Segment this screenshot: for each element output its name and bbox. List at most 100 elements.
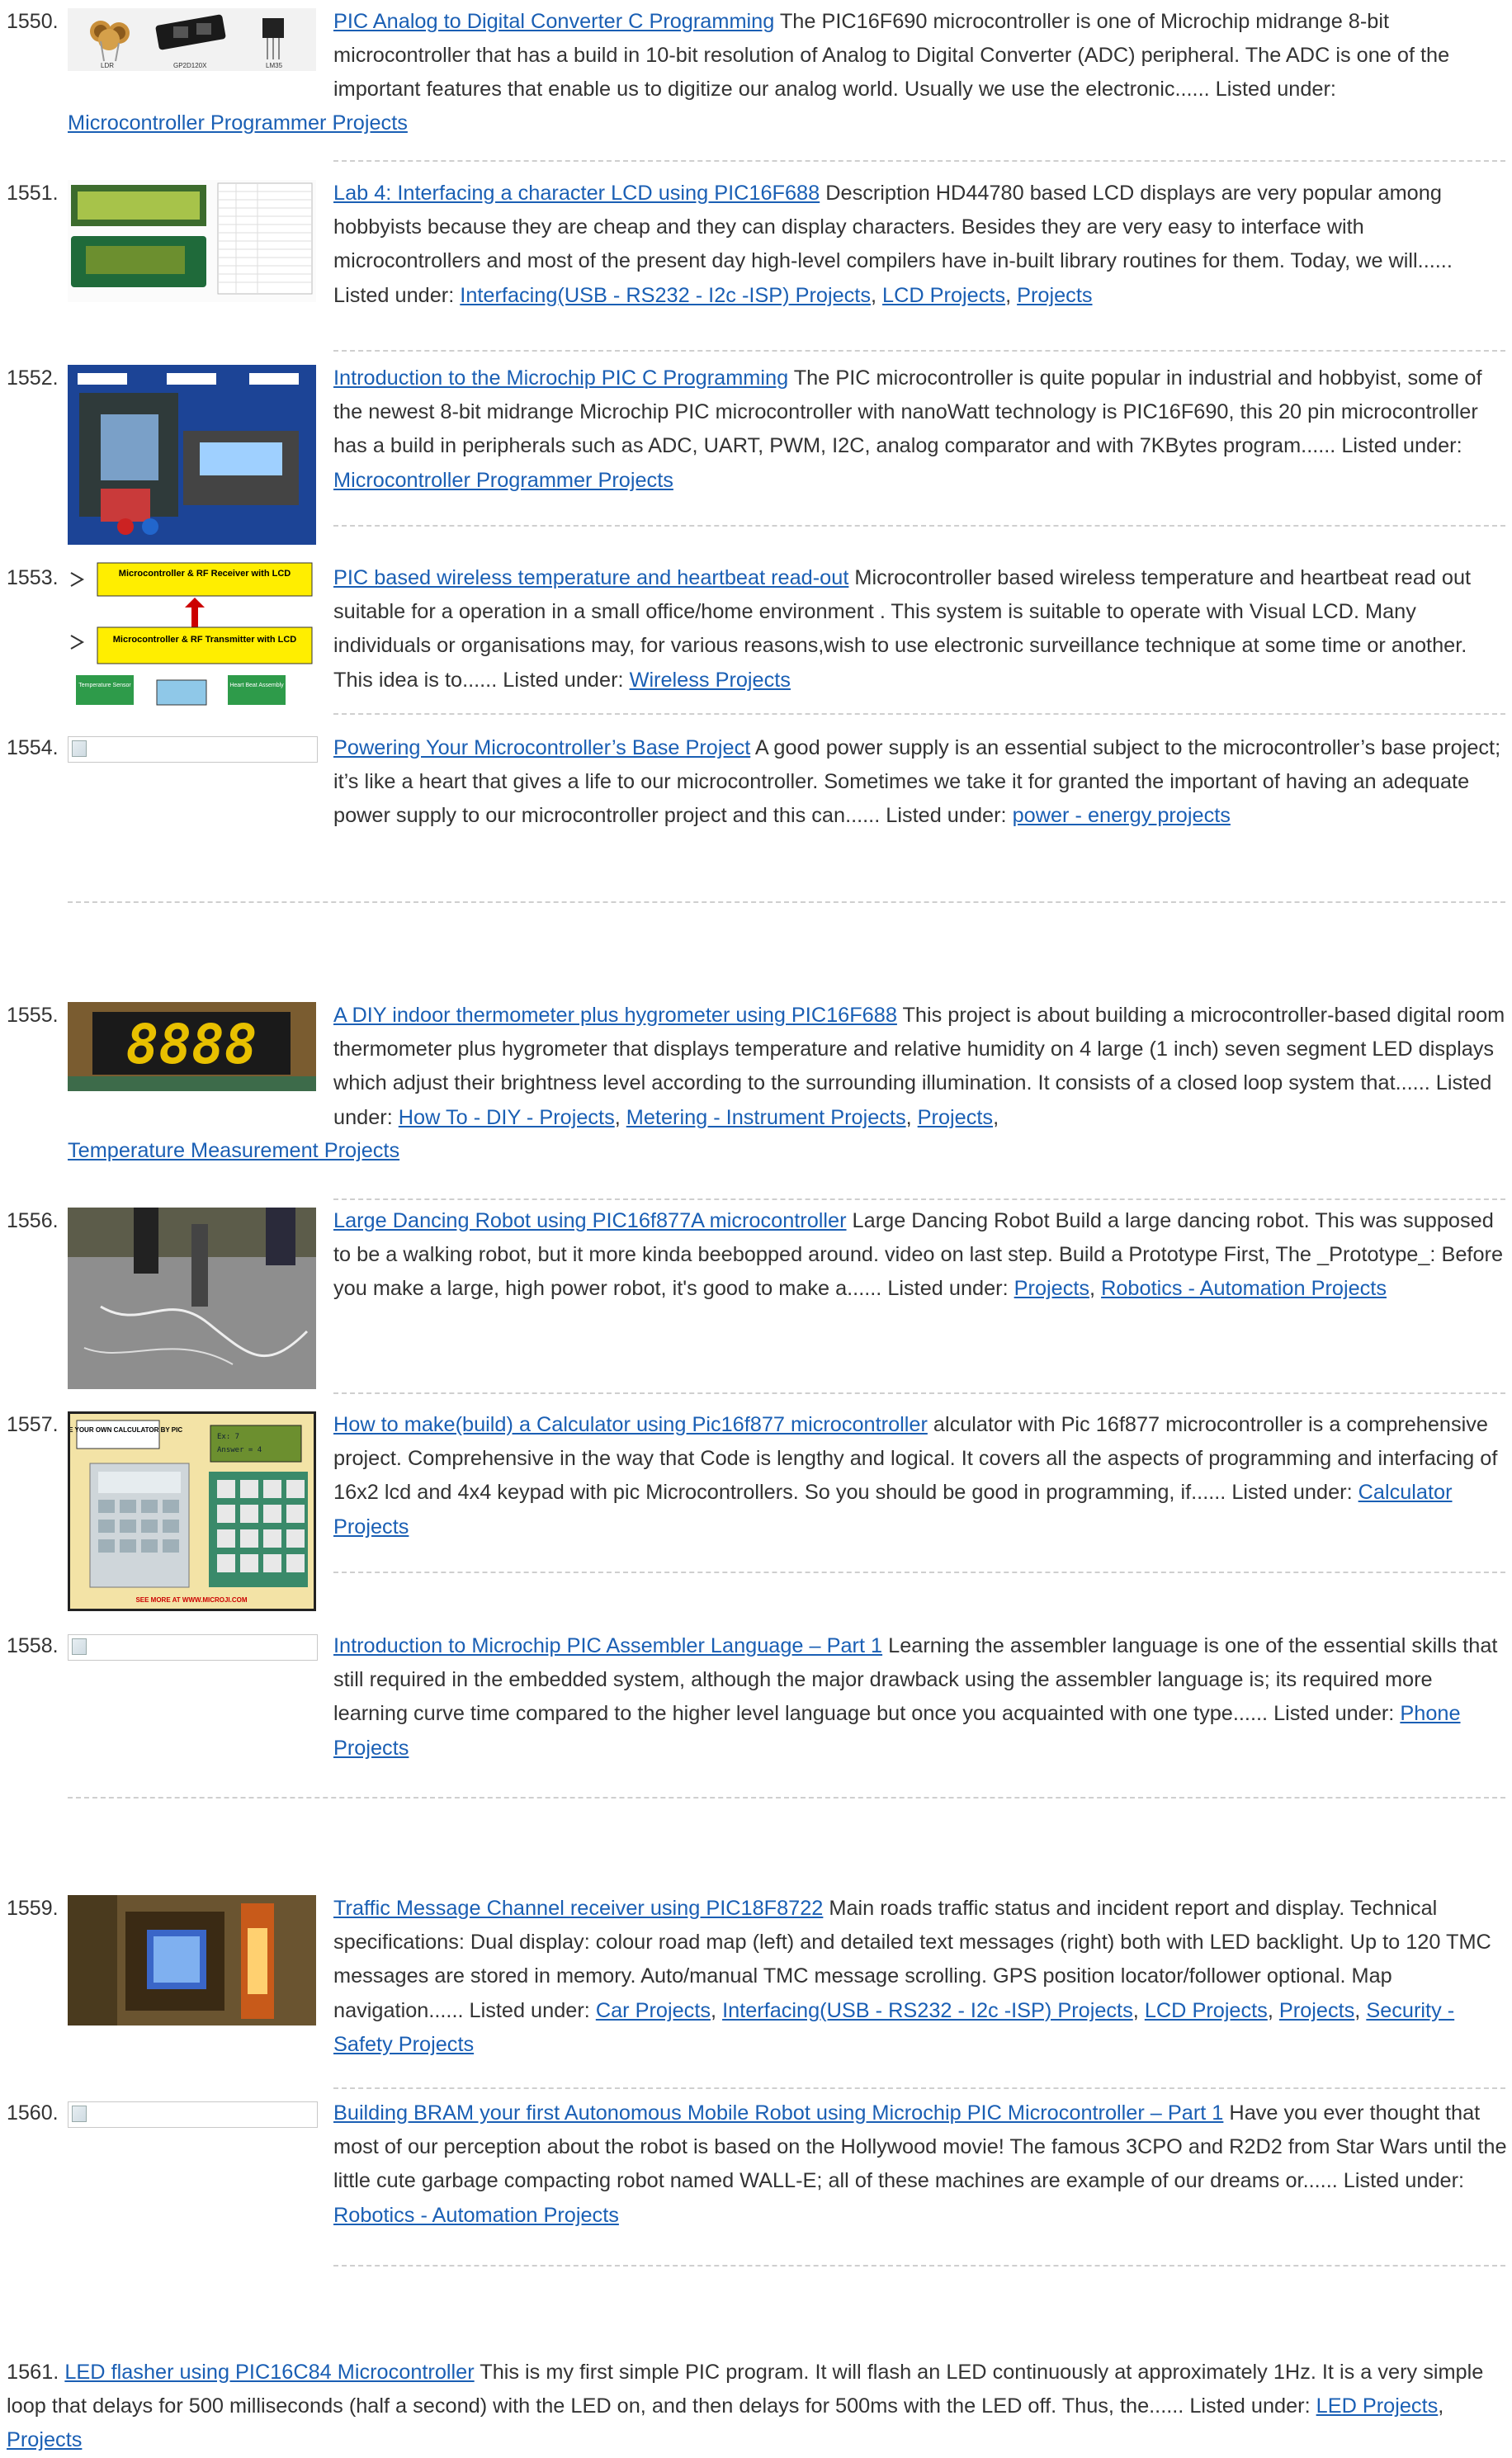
category-link[interactable]: LED Projects: [1316, 2394, 1439, 2418]
entry-title-link[interactable]: Introduction to Microchip PIC Assembler …: [333, 1634, 882, 1657]
category-link[interactable]: Microcontroller Programmer Projects: [68, 111, 408, 135]
entry-number: 1554.: [7, 736, 59, 759]
lcd-line: Ex: 7: [217, 1433, 239, 1441]
entry-title-link[interactable]: Traffic Message Channel receiver using P…: [333, 1897, 823, 1920]
entry-title-link[interactable]: LED flasher using PIC16C84 Microcontroll…: [64, 2361, 474, 2384]
entry-thumbnail[interactable]: [68, 1895, 316, 2025]
entry-number: 1560.: [7, 2101, 59, 2125]
diagram-label: Temperature Sensor: [78, 683, 131, 688]
entry-thumbnail[interactable]: [68, 180, 316, 302]
category-link[interactable]: LCD Projects: [882, 284, 1005, 307]
separator: [333, 1572, 1505, 1573]
entry-categories: Temperature Measurement Projects: [68, 1134, 1509, 1168]
entry-thumbnail[interactable]: [68, 1634, 318, 1661]
category-link[interactable]: Projects: [7, 2428, 82, 2451]
category-link[interactable]: Projects: [918, 1106, 993, 1129]
entry-categories: Microcontroller Programmer Projects: [68, 106, 1509, 140]
entry-thumbnail[interactable]: [68, 365, 316, 545]
separator: [333, 525, 1505, 527]
category-link[interactable]: Robotics - Automation Projects: [333, 2204, 619, 2227]
separator: [333, 713, 1505, 715]
project-list: 1550. LDR GP2D120X LM35 PIC Analog to Di…: [0, 0, 1512, 2458]
separator: [333, 2087, 1505, 2089]
thumb-label: LDR: [101, 62, 114, 69]
entry-number: 1551.: [7, 182, 59, 205]
thumb-label: SEE MORE AT WWW.MICROJI.COM: [135, 1596, 247, 1604]
separator: [68, 1797, 1505, 1799]
separator: [333, 1198, 1505, 1200]
broken-image-icon: [72, 2106, 87, 2122]
entry-text: Large Dancing Robot using PIC16f877A mic…: [333, 1209, 1504, 1301]
entry-number: 1556.: [7, 1209, 59, 1232]
diagram-label: Heart Beat Assembly: [229, 683, 284, 688]
entry-number: 1559.: [7, 1897, 59, 1920]
entry-thumbnail[interactable]: [68, 736, 318, 763]
entry-text: PIC based wireless temperature and heart…: [333, 561, 1509, 697]
separator: [333, 2265, 1505, 2267]
category-link[interactable]: Metering - Instrument Projects: [626, 1106, 906, 1129]
segment-digits: 8888: [126, 1013, 258, 1076]
entry-title-link[interactable]: Building BRAM your first Autonomous Mobi…: [333, 2101, 1223, 2125]
entry-text: Introduction to Microchip PIC Assembler …: [333, 1629, 1509, 1766]
lcd-line: Answer = 4: [217, 1446, 262, 1454]
entry-number: 1553.: [7, 566, 59, 589]
broken-image-icon: [72, 1638, 87, 1655]
entry-thumbnail[interactable]: 8888: [68, 1002, 316, 1091]
thumb-label: MAKE YOUR OWN CALCULATOR BY PIC: [70, 1426, 182, 1434]
entry-number: 1557.: [7, 1413, 59, 1436]
entry-text: Traffic Message Channel receiver using P…: [333, 1897, 1491, 2056]
category-link[interactable]: Projects: [1014, 1277, 1089, 1300]
entry-title-link[interactable]: Introduction to the Microchip PIC C Prog…: [333, 366, 788, 390]
thumb-label: LM35: [266, 62, 283, 69]
category-link[interactable]: LCD Projects: [1145, 1999, 1268, 2022]
diagram-label: Microcontroller & RF Receiver with LCD: [119, 569, 291, 579]
category-link[interactable]: How To - DIY - Projects: [399, 1106, 615, 1129]
category-link[interactable]: Wireless Projects: [630, 669, 791, 692]
entry-text: 1561. LED flasher using PIC16C84 Microco…: [7, 2361, 1484, 2452]
entry-title-link[interactable]: PIC based wireless temperature and heart…: [333, 566, 848, 589]
entry-text: Lab 4: Interfacing a character LCD using…: [333, 182, 1453, 307]
separator: [68, 901, 1505, 903]
tmc-receiver-photo: [68, 1895, 316, 2025]
entry-title-link[interactable]: A DIY indoor thermometer plus hygrometer…: [333, 1004, 897, 1027]
entry-title-link[interactable]: Large Dancing Robot using PIC16f877A mic…: [333, 1209, 847, 1232]
category-link[interactable]: Robotics - Automation Projects: [1101, 1277, 1387, 1300]
separator: [333, 350, 1505, 352]
category-link[interactable]: Interfacing(USB - RS232 - I2c -ISP) Proj…: [722, 1999, 1133, 2022]
entry-number: 1561.: [7, 2361, 59, 2384]
sensor-components-image: LDR GP2D120X LM35: [68, 8, 316, 71]
entry-text: PIC Analog to Digital Converter C Progra…: [333, 5, 1509, 107]
dancing-robot-photo: [68, 1208, 316, 1389]
category-link[interactable]: Car Projects: [596, 1999, 711, 2022]
entry-title-link[interactable]: Lab 4: Interfacing a character LCD using…: [333, 182, 820, 205]
entry-text: Introduction to the Microchip PIC C Prog…: [333, 362, 1509, 498]
category-link[interactable]: Projects: [1017, 284, 1092, 307]
seven-segment-display-image: 8888: [68, 1002, 316, 1091]
entry-thumbnail[interactable]: LDR GP2D120X LM35: [68, 8, 316, 71]
entry-thumbnail[interactable]: [68, 1208, 316, 1389]
thumb-label: GP2D120X: [173, 62, 207, 69]
entry-text: Building BRAM your first Autonomous Mobi…: [333, 2096, 1509, 2233]
entry-thumbnail[interactable]: Microcontroller & RF Receiver with LCD M…: [68, 561, 316, 708]
separator: [333, 160, 1505, 162]
entry-title-link[interactable]: How to make(build) a Calculator using Pi…: [333, 1413, 928, 1436]
category-link[interactable]: Projects: [1279, 1999, 1354, 2022]
category-link[interactable]: Interfacing(USB - RS232 - I2c -ISP) Proj…: [460, 284, 871, 307]
separator: [333, 1392, 1505, 1394]
entry-title-link[interactable]: Powering Your Microcontroller’s Base Pro…: [333, 736, 750, 759]
category-link[interactable]: Microcontroller Programmer Projects: [333, 469, 673, 492]
entry-number: 1558.: [7, 1634, 59, 1657]
category-link[interactable]: Temperature Measurement Projects: [68, 1139, 399, 1162]
entry-thumbnail[interactable]: [68, 2101, 318, 2128]
entry-thumbnail[interactable]: MAKE YOUR OWN CALCULATOR BY PIC Ex: 7 An…: [68, 1411, 316, 1611]
diagram-label: Microcontroller & RF Transmitter with LC…: [113, 635, 297, 645]
entry-text: Powering Your Microcontroller’s Base Pro…: [333, 731, 1509, 834]
wireless-block-diagram: Microcontroller & RF Receiver with LCD M…: [68, 561, 316, 708]
category-link[interactable]: power - energy projects: [1013, 804, 1231, 827]
entry-text: How to make(build) a Calculator using Pi…: [333, 1408, 1509, 1544]
broken-image-icon: [72, 740, 87, 757]
entry-number: 1555.: [7, 1004, 59, 1027]
entry-number: 1550.: [7, 10, 59, 33]
entry-number: 1552.: [7, 366, 59, 390]
entry-title-link[interactable]: PIC Analog to Digital Converter C Progra…: [333, 10, 774, 33]
